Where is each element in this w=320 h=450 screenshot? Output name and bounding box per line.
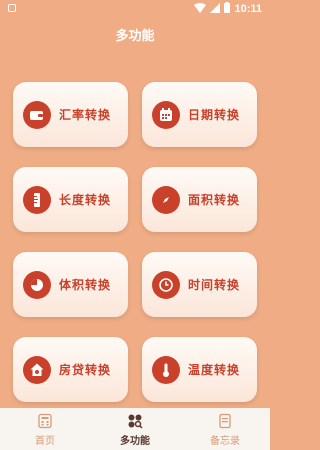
compass-icon bbox=[152, 185, 180, 214]
bottom-nav: 首页 多功能 备忘录 bbox=[0, 408, 270, 450]
card-label: 房贷转换 bbox=[59, 363, 112, 377]
wifi-icon bbox=[194, 0, 207, 18]
card-temperature[interactable]: 温度转换 bbox=[142, 337, 257, 402]
card-label: 温度转换 bbox=[188, 363, 241, 377]
multi-function-icon bbox=[126, 412, 144, 430]
thermometer-icon bbox=[152, 355, 180, 384]
status-indicators: 10:11 bbox=[194, 2, 262, 16]
battery-icon bbox=[224, 0, 231, 18]
nav-home-label: 首页 bbox=[35, 435, 55, 447]
card-label: 汇率转换 bbox=[59, 108, 112, 122]
card-exchange-rate[interactable]: 汇率转换 bbox=[13, 82, 128, 147]
pie-icon bbox=[23, 270, 51, 299]
notification-icon bbox=[8, 4, 16, 12]
card-area[interactable]: 面积转换 bbox=[142, 167, 257, 232]
card-label: 日期转换 bbox=[188, 108, 241, 122]
card-mortgage[interactable]: 房贷转换 bbox=[13, 337, 128, 402]
nav-home[interactable]: 首页 bbox=[0, 408, 90, 450]
clock-icon bbox=[152, 270, 180, 299]
signal-icon bbox=[210, 0, 221, 18]
status-time: 10:11 bbox=[234, 3, 262, 15]
card-label: 时间转换 bbox=[188, 278, 241, 292]
card-label: 面积转换 bbox=[188, 193, 241, 207]
nav-multifunction[interactable]: 多功能 bbox=[90, 408, 180, 450]
nav-memo[interactable]: 备忘录 bbox=[180, 408, 270, 450]
memo-icon bbox=[216, 412, 234, 430]
status-bar: 10:11 bbox=[0, 0, 270, 18]
nav-multifunction-label: 多功能 bbox=[120, 435, 150, 447]
card-label: 体积转换 bbox=[59, 278, 112, 292]
card-date[interactable]: 日期转换 bbox=[142, 82, 257, 147]
card-label: 长度转换 bbox=[59, 193, 112, 207]
card-time[interactable]: 时间转换 bbox=[142, 252, 257, 317]
calendar-icon bbox=[152, 100, 180, 129]
house-icon bbox=[23, 355, 51, 384]
ruler-icon bbox=[23, 185, 51, 214]
card-volume[interactable]: 体积转换 bbox=[13, 252, 128, 317]
wallet-icon bbox=[23, 100, 51, 129]
nav-memo-label: 备忘录 bbox=[210, 435, 240, 447]
card-length[interactable]: 长度转换 bbox=[13, 167, 128, 232]
page-title: 多功能 bbox=[115, 29, 155, 44]
calculator-icon bbox=[36, 412, 54, 430]
